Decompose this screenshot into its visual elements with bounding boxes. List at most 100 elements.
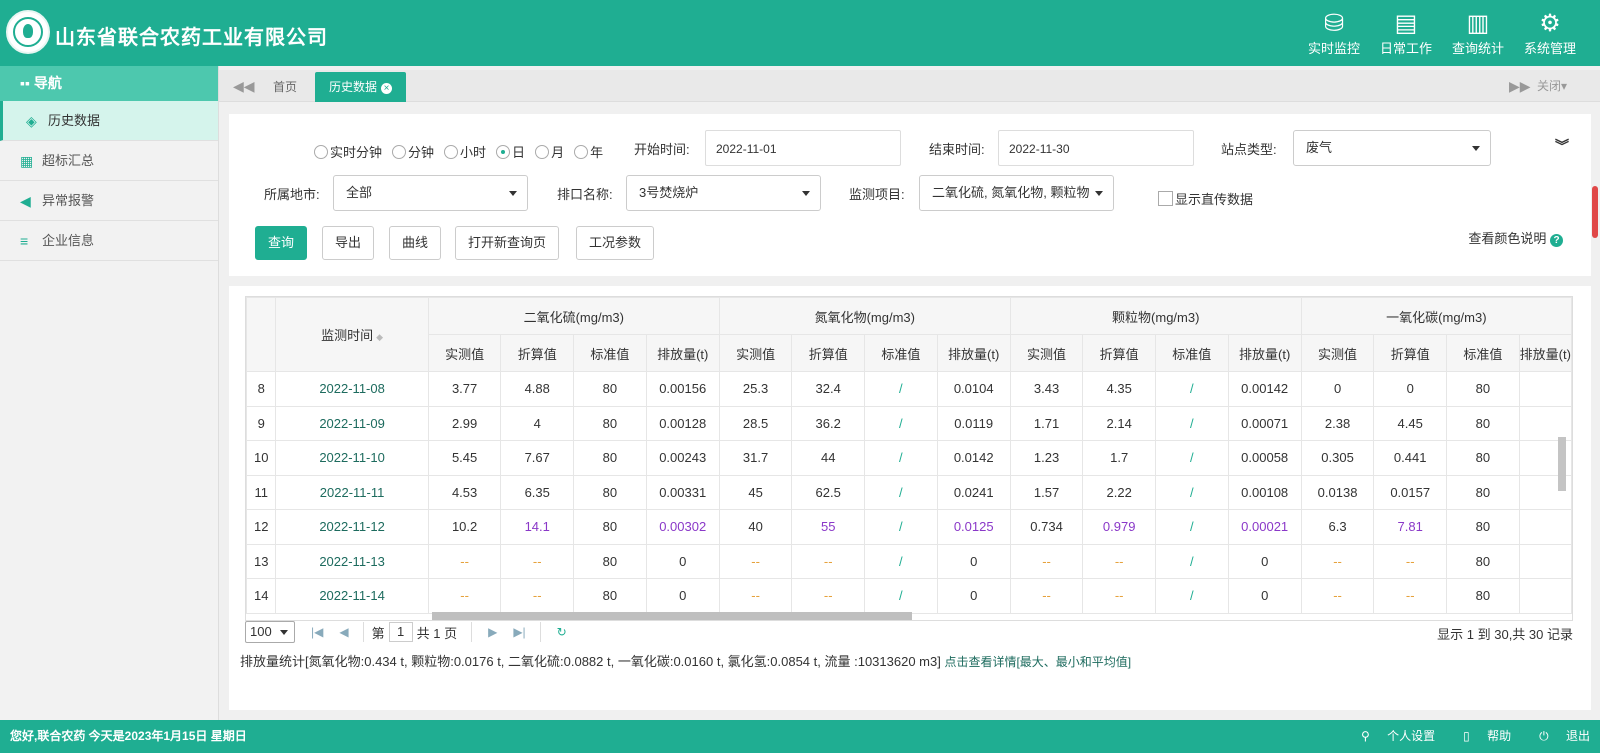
monitor-item-select[interactable]: 二氧化硫, 氮氧化物, 颗粒物 [919,175,1114,211]
sidebar-item-exceed-summary[interactable]: ▦ 超标汇总 [0,141,218,181]
table-cell: -- [1373,543,1448,579]
table-body: 8 2022-11-08 3.77 4.88 80 0.00156 25.3 32.4/0.0… [246,371,1572,614]
table-row[interactable]: 10 2022-11-10 5.45 7.67 80 0.00243 31.7 44/0.01… [246,440,1572,476]
table-cell: 0.00071 [1227,405,1302,441]
table-cell-overflow [1518,405,1572,441]
table-cell: 4 [500,405,575,441]
table-cell: 14.1 [500,509,575,545]
table-cell: 0.441 [1373,440,1448,476]
row-number: 9 [246,405,277,441]
table-cell: / [1155,405,1229,441]
table-cell: 2.99 [427,405,502,441]
last-page-icon[interactable]: ▶| [513,625,525,639]
table-cell: 32.4 [791,371,866,407]
tabs-bar: ◀◀ 首页 历史数据 × ▶▶ 关闭▾ [219,70,1600,102]
sub-header-cell: 实测值 [1009,334,1084,372]
table-cell: 0.0119 [936,405,1011,441]
table-row[interactable]: 14 2022-11-14 -- -- 80 0 -- --/0 -- --/0 -- -- 80 [246,578,1572,614]
table-row[interactable]: 13 2022-11-13 -- -- 80 0 -- --/0 -- --/0 -- -- 80 [246,543,1572,579]
station-type-select[interactable]: 废气 [1293,130,1491,166]
table-cell: 0.0241 [936,474,1011,510]
radio-month[interactable]: 月 [535,142,564,161]
table-row[interactable]: 9 2022-11-09 2.99 4 80 0.00128 28.5 36.2/0.0119… [246,405,1572,441]
table-row[interactable]: 12 2022-11-12 10.2 14.1 80 0.00302 40 55/0.0125… [246,509,1572,545]
table-row[interactable]: 11 2022-11-11 4.53 6.35 80 0.00331 45 62.5/0.02… [246,474,1572,510]
table-cell-overflow [1518,371,1572,407]
table-cell: 1.71 [1009,405,1084,441]
sub-header-cell: 折算值 [791,334,866,372]
refresh-icon[interactable]: ↻ [557,625,567,639]
sub-header-cell: 实测值 [718,334,793,372]
table-cell: / [864,440,938,476]
radio-year[interactable]: 年 [574,142,603,161]
page-scrollbar[interactable] [1592,186,1598,238]
monitor-time-header[interactable]: 监测时间 ◆ [275,297,429,372]
logout-link[interactable]: ⏻ 退出 [1525,720,1590,753]
row-number: 8 [246,371,277,407]
table-row[interactable]: 8 2022-11-08 3.77 4.88 80 0.00156 25.3 32.4/0.0… [246,371,1572,407]
end-time-input[interactable]: 2022-11-30 [998,130,1194,166]
page-prefix: 第 [371,625,385,641]
summary-detail-link[interactable]: 点击查看详情[最大、最小和平均值] [944,655,1131,669]
sub-header-cell: 排放量(t) [1227,334,1302,372]
sidebar-item-history[interactable]: ◈ 历史数据 [0,101,218,141]
environment-logo-icon [6,10,50,54]
page-number-input[interactable]: 1 [388,622,413,642]
table-cell: 80 [1446,509,1520,545]
topnav-system-admin[interactable]: ⚙ 系统管理 [1514,10,1586,57]
question-icon: ? [1550,234,1563,247]
close-icon[interactable]: × [381,83,393,94]
table-cell: 2.14 [1082,405,1156,441]
radio-realtime-minute[interactable]: 实时分钟 [314,142,382,161]
table-cell: 4.45 [1373,405,1448,441]
table-cell: / [864,371,938,407]
vertical-scrollbar[interactable] [1558,437,1566,491]
topnav-realtime-monitor[interactable]: ⛁ 实时监控 [1298,10,1370,57]
topnav-query-stats[interactable]: ▥ 查询统计 [1442,10,1514,57]
pagination: 100 |◀ ◀ 第 1 共 1 页 ▶ ▶| ↻ 显示 1 到 30,共 30… [245,616,1573,648]
collapse-chevron-icon[interactable]: ︾ [1555,136,1569,156]
curve-button[interactable]: 曲线 [389,226,442,260]
table-cell: -- [500,578,575,614]
prev-page-icon[interactable]: ◀ [339,625,348,639]
tab-home[interactable]: 首页 [259,72,311,102]
table-cell: 0.979 [1082,509,1156,545]
table-cell: 40 [718,509,793,545]
start-time-input[interactable]: 2022-11-01 [705,130,901,166]
tab-history[interactable]: 历史数据 × [315,72,407,102]
table-cell: 6.35 [500,474,575,510]
tabs-next-icon[interactable]: ▶▶ [1509,70,1531,102]
first-page-icon[interactable]: |◀ [311,625,323,639]
personal-settings-link[interactable]: ⚲ 个人设置 [1347,720,1435,753]
query-button[interactable]: 查询 [255,226,308,260]
table-cell: 0.0138 [1300,474,1375,510]
sort-icon[interactable]: ◆ [376,332,383,342]
operating-params-button[interactable]: 工况参数 [576,226,655,260]
open-new-query-button[interactable]: 打开新查询页 [455,226,560,260]
export-button[interactable]: 导出 [322,226,375,260]
show-direct-data-checkbox[interactable]: 显示直传数据 [1158,189,1253,208]
radio-day[interactable]: 日 [496,142,525,161]
nav-title: ▪▪ 导航 [0,66,218,101]
outlet-select[interactable]: 3号焚烧炉 [626,175,821,211]
sidebar-item-alarm[interactable]: ◀ 异常报警 [0,181,218,221]
city-select[interactable]: 全部 [333,175,528,211]
database-icon: ⛁ [1323,10,1345,37]
radio-minute[interactable]: 分钟 [392,142,434,161]
table-cell: -- [1082,578,1156,614]
table-cell: 80 [1446,405,1520,441]
table-cell: / [864,509,938,545]
page-size-select[interactable]: 100 [245,621,295,643]
table-cell: 80 [1446,440,1520,476]
tabs-prev-icon[interactable]: ◀◀ [233,70,255,102]
topnav-daily-work[interactable]: ▤ 日常工作 [1370,10,1442,57]
help-link[interactable]: ▯ 帮助 [1449,720,1511,753]
outlet-label: 排口名称: [557,187,613,202]
color-help-link[interactable]: 查看颜色说明 ? [1468,228,1563,247]
next-page-icon[interactable]: ▶ [488,625,497,639]
table-cell: / [1155,371,1229,407]
sidebar-item-company-info[interactable]: ≡ 企业信息 [0,221,218,261]
radio-hour[interactable]: 小时 [444,142,486,161]
list-icon: ≡ [20,232,29,249]
tabs-close-menu[interactable]: 关闭▾ [1537,70,1567,102]
